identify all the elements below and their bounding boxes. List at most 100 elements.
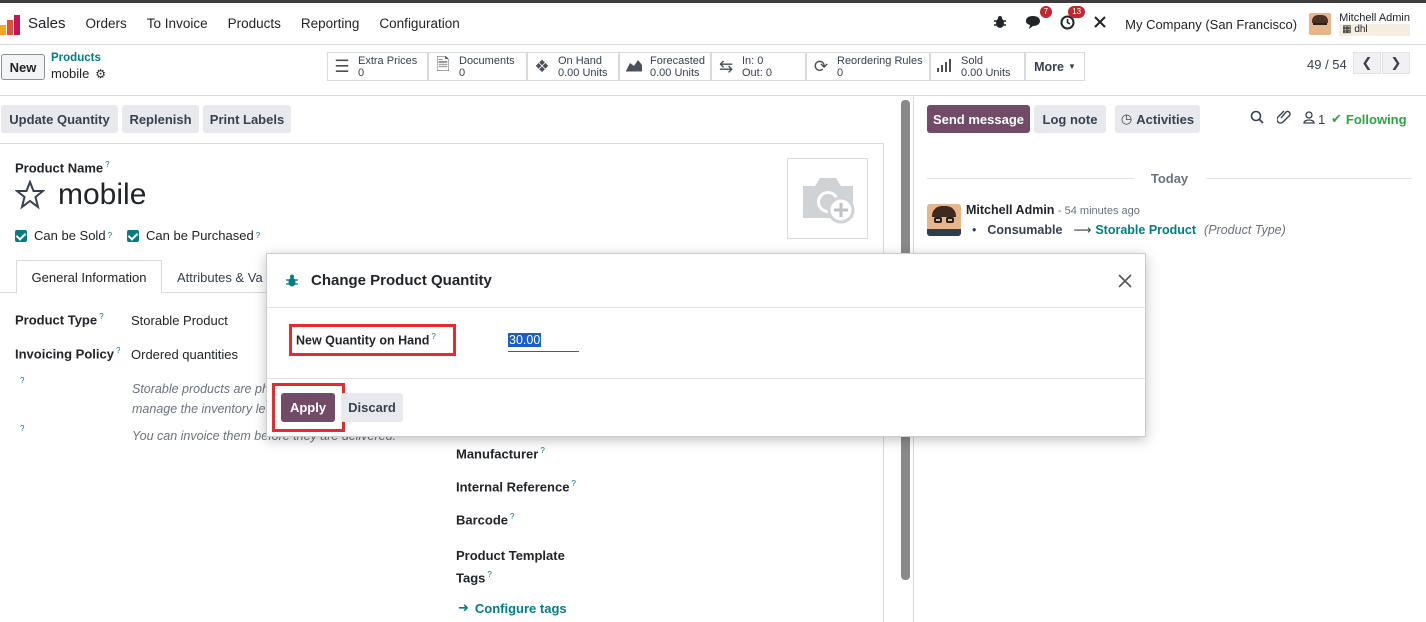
message-time: - 54 minutes ago bbox=[1057, 205, 1140, 217]
followers-count: 1 bbox=[1318, 111, 1326, 127]
area-chart-icon bbox=[624, 57, 644, 77]
dialog-header: Change Product Quantity bbox=[267, 254, 1145, 308]
followers-button[interactable]: 1 bbox=[1303, 111, 1325, 127]
configure-tags-link[interactable]: ➜ Configure tags bbox=[458, 600, 567, 616]
cubes-icon: ❖ bbox=[534, 56, 550, 76]
smart-button-in-out[interactable]: ⇆ In: 0 Out: 0 bbox=[711, 52, 806, 81]
dialog-footer-divider bbox=[267, 378, 1145, 379]
product-image-placeholder[interactable] bbox=[787, 158, 868, 239]
messages-icon[interactable]: 7 bbox=[1025, 5, 1053, 34]
barcode-label-row: Barcode? bbox=[456, 512, 514, 527]
clock-icon: ◷ bbox=[1120, 111, 1133, 126]
help-icon[interactable]: ? bbox=[510, 512, 514, 521]
menu-products[interactable]: Products bbox=[228, 16, 281, 31]
bug-icon[interactable] bbox=[993, 15, 1007, 33]
gear-icon[interactable]: ⚙ bbox=[95, 67, 106, 81]
new-quantity-label: New Quantity on Hand bbox=[296, 333, 430, 348]
change-quantity-dialog: Change Product Quantity New Quantity on … bbox=[266, 253, 1146, 437]
can-be-sold-label: Can be Sold bbox=[34, 228, 106, 243]
help-icon[interactable]: ? bbox=[105, 160, 109, 169]
barcode-label: Barcode bbox=[456, 512, 509, 528]
smart-value: 0 bbox=[358, 66, 365, 79]
tab-general-information[interactable]: General Information bbox=[16, 260, 162, 294]
new-quantity-input[interactable]: 30.00 bbox=[508, 332, 579, 352]
new-button[interactable]: New bbox=[1, 54, 45, 80]
update-quantity-button[interactable]: Update Quantity bbox=[1, 105, 118, 133]
help-icon[interactable]: ? bbox=[20, 376, 24, 385]
breadcrumb-current-label: mobile bbox=[51, 66, 90, 81]
help-icon[interactable]: ? bbox=[116, 346, 120, 355]
invoicing-policy-label-row: Invoicing Policy? bbox=[15, 346, 120, 361]
smart-label: Documents bbox=[459, 54, 515, 67]
search-icon[interactable] bbox=[1250, 110, 1264, 127]
can-be-sold-checkbox[interactable] bbox=[15, 229, 27, 242]
smart-button-extra-prices[interactable]: ☰ Extra Prices 0 bbox=[327, 52, 428, 81]
dialog-title: Change Product Quantity bbox=[311, 272, 492, 289]
help-icon[interactable]: ? bbox=[487, 570, 491, 579]
help-icon[interactable]: ? bbox=[99, 312, 103, 321]
invoicing-policy-field[interactable]: Ordered quantities bbox=[131, 347, 238, 362]
message-author-avatar[interactable] bbox=[927, 204, 961, 236]
message-author[interactable]: Mitchell Admin bbox=[966, 203, 1054, 217]
pager-previous-button[interactable]: ❮ bbox=[1353, 52, 1381, 74]
help-icon[interactable]: ? bbox=[571, 479, 575, 488]
send-message-label: Send message bbox=[932, 111, 1025, 127]
configure-tags-label: Configure tags bbox=[474, 600, 567, 616]
product-type-field[interactable]: Storable Product bbox=[131, 313, 228, 328]
product-name-field[interactable]: mobile bbox=[58, 178, 146, 212]
smart-button-documents[interactable]: 🗎 Documents 0 bbox=[428, 52, 527, 81]
help-icon[interactable]: ? bbox=[431, 332, 435, 341]
log-note-button[interactable]: Log note bbox=[1034, 105, 1106, 133]
user-name: Mitchell Admin bbox=[1339, 12, 1410, 24]
menu-orders[interactable]: Orders bbox=[86, 16, 127, 31]
refresh-icon: ⟳ bbox=[813, 56, 829, 76]
more-button[interactable]: More ▼ bbox=[1025, 52, 1085, 81]
send-message-button[interactable]: Send message bbox=[927, 105, 1030, 133]
breadcrumb-products[interactable]: Products bbox=[51, 52, 101, 64]
company-switcher[interactable]: My Company (San Francisco) bbox=[1125, 17, 1297, 32]
user-menu[interactable]: Mitchell Admin ▦ dhl bbox=[1339, 12, 1410, 36]
paperclip-icon[interactable] bbox=[1276, 109, 1291, 128]
pager-value[interactable]: 49 / 54 bbox=[1307, 57, 1347, 72]
tracked-field-name: (Product Type) bbox=[1204, 222, 1286, 237]
apply-button[interactable]: Apply bbox=[281, 393, 335, 422]
product-name-row: mobile bbox=[14, 178, 146, 212]
pager-next-button[interactable]: ❯ bbox=[1382, 52, 1410, 74]
print-labels-button[interactable]: Print Labels bbox=[203, 105, 291, 133]
product-name-label: Product Name bbox=[15, 160, 104, 176]
chevron-left-icon: ❮ bbox=[1361, 55, 1373, 70]
activities-clock-icon[interactable]: 13 bbox=[1060, 5, 1086, 34]
help-icon[interactable]: ? bbox=[20, 424, 24, 433]
following-button[interactable]: ✔ Following bbox=[1331, 111, 1407, 127]
sales-app-icon[interactable] bbox=[0, 13, 20, 35]
tools-icon[interactable] bbox=[1093, 15, 1107, 33]
can-be-purchased-checkbox[interactable] bbox=[127, 229, 139, 242]
database-icon: ▦ bbox=[1342, 24, 1352, 35]
help-icon[interactable]: ? bbox=[256, 231, 260, 240]
smart-button-on-hand[interactable]: ❖ On Hand 0.00 Units bbox=[527, 52, 619, 81]
menu-configuration[interactable]: Configuration bbox=[379, 16, 459, 31]
can-be-purchased-label: Can be Purchased bbox=[146, 228, 254, 243]
manufacturer-label: Manufacturer bbox=[456, 446, 539, 462]
tab-attributes-variants[interactable]: Attributes & Va bbox=[177, 270, 263, 285]
menu-to-invoice[interactable]: To Invoice bbox=[147, 16, 208, 31]
smart-button-reordering-rules[interactable]: ⟳ Reordering Rules 0 bbox=[806, 52, 930, 81]
breadcrumb-current: mobile ⚙ bbox=[51, 66, 106, 81]
help-icon[interactable]: ? bbox=[540, 446, 544, 455]
discard-button[interactable]: Discard bbox=[341, 393, 403, 422]
menu-reporting[interactable]: Reporting bbox=[301, 16, 360, 31]
user-avatar[interactable] bbox=[1309, 13, 1332, 35]
caret-down-icon: ▼ bbox=[1067, 62, 1076, 71]
discard-label: Discard bbox=[348, 400, 396, 415]
smart-button-sold[interactable]: Sold 0.00 Units bbox=[930, 52, 1025, 81]
smart-button-forecasted[interactable]: Forecasted 0.00 Units bbox=[619, 52, 711, 81]
internal-ref-label-row: Internal Reference? bbox=[456, 479, 576, 494]
app-name[interactable]: Sales bbox=[28, 15, 66, 32]
replenish-button[interactable]: Replenish bbox=[122, 105, 199, 133]
tracking-value-row: • Consumable ⟶ Storable Product (Product… bbox=[972, 222, 1286, 238]
star-icon[interactable] bbox=[14, 179, 46, 210]
activities-button[interactable]: ◷ Activities bbox=[1115, 105, 1200, 133]
help-icon[interactable]: ? bbox=[108, 231, 112, 240]
close-icon[interactable] bbox=[1117, 273, 1133, 292]
smart-value: 0 bbox=[459, 66, 466, 79]
